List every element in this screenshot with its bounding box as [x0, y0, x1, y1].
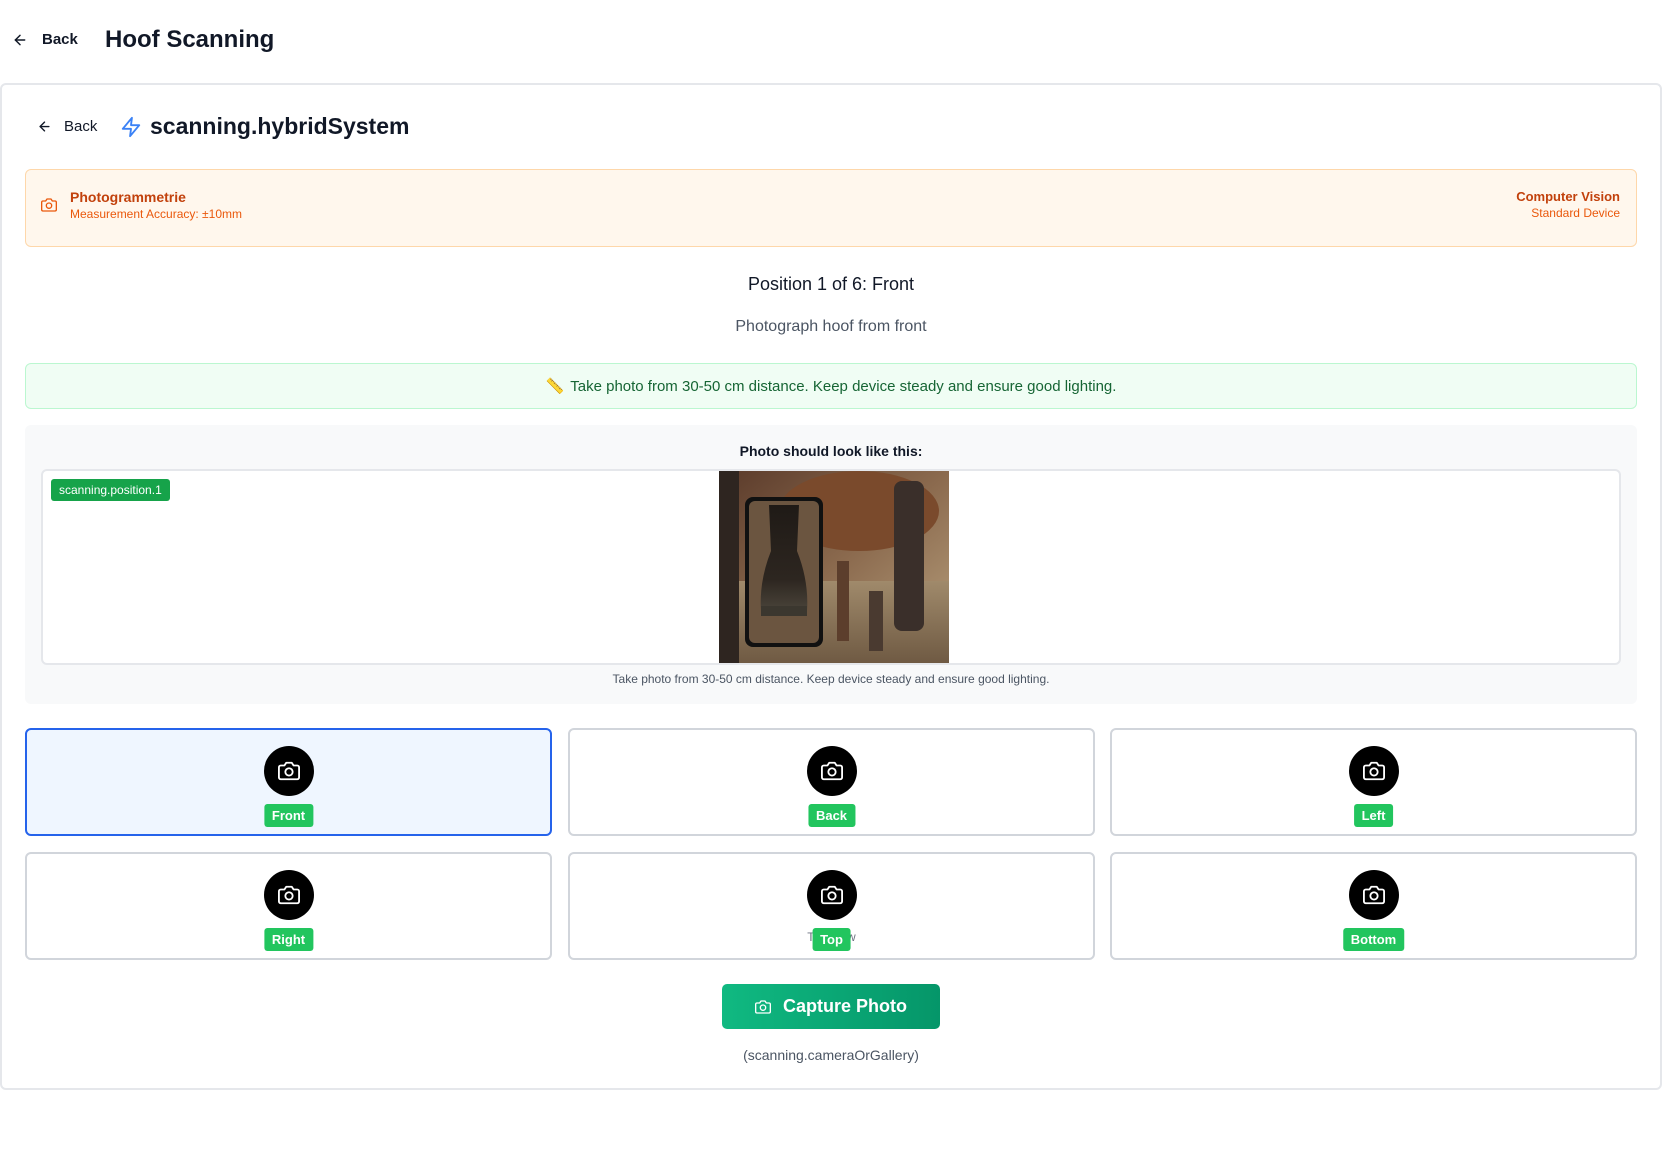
position-tile-back[interactable]: Back	[568, 728, 1095, 836]
inner-back-label: Back	[64, 118, 98, 135]
section-title-text: scanning.hybridSystem	[150, 113, 410, 139]
position-badge: scanning.position.1	[51, 479, 170, 501]
position-label: Front	[263, 804, 314, 827]
method-device: Standard Device	[1531, 206, 1620, 220]
camera-icon	[277, 885, 300, 905]
capture-label: Capture Photo	[783, 996, 907, 1016]
camera-icon	[41, 198, 57, 212]
inner-back-button[interactable]: Back	[37, 118, 97, 135]
page-title: Hoof Scanning	[105, 26, 275, 53]
position-label: Top	[812, 928, 851, 951]
tip-text: Take photo from 30-50 cm distance. Keep …	[570, 377, 1117, 395]
position-label: Bottom	[1342, 928, 1405, 951]
camera-button[interactable]	[263, 746, 314, 796]
camera-button[interactable]	[263, 870, 314, 920]
arrow-left-icon	[14, 34, 26, 45]
position-label: Back	[807, 804, 856, 827]
example-photo	[719, 471, 949, 663]
camera-button[interactable]	[806, 870, 857, 920]
position-tile-top[interactable]: Top View Top	[568, 852, 1095, 960]
arrow-left-icon	[39, 121, 50, 132]
example-label: Photo should look like this:	[739, 443, 923, 459]
position-label: Right	[263, 928, 314, 951]
position-tile-left[interactable]: Left	[1110, 728, 1637, 836]
tip-box: 📏 Take photo from 30-50 cm distance. Kee…	[25, 363, 1637, 409]
method-info-box: Photogrammetrie Measurement Accuracy: ±1…	[25, 169, 1637, 247]
example-caption: Take photo from 30-50 cm distance. Keep …	[612, 672, 1050, 686]
method-meta: Computer Vision Standard Device	[1516, 189, 1620, 220]
capture-photo-button[interactable]: Capture Photo	[722, 984, 940, 1029]
ruler-icon: 📏	[545, 378, 565, 395]
method-name: Photogrammetrie	[70, 189, 186, 205]
position-tile-bottom[interactable]: Bottom	[1110, 852, 1637, 960]
position-tile-front[interactable]: Front	[25, 728, 552, 836]
method-technology: Computer Vision	[1516, 189, 1620, 204]
top-bar: Back Hoof Scanning	[0, 0, 1662, 84]
position-label: Left	[1353, 804, 1394, 827]
method-accuracy: Measurement Accuracy: ±10mm	[70, 207, 242, 221]
position-description: Photograph hoof from front	[735, 318, 927, 335]
camera-button[interactable]	[806, 746, 857, 796]
section-title: scanning.hybridSystem	[120, 113, 409, 140]
camera-button[interactable]	[1348, 870, 1399, 920]
position-title: Position 1 of 6: Front	[747, 274, 915, 294]
back-label: Back	[42, 31, 78, 48]
lightning-icon	[121, 116, 141, 137]
position-tile-right[interactable]: Right	[25, 852, 552, 960]
back-button[interactable]: Back	[12, 31, 78, 48]
camera-icon	[820, 885, 843, 905]
example-frame: scanning.position.1	[41, 469, 1621, 665]
camera-icon	[277, 761, 300, 781]
example-panel: Photo should look like this: scanning.po…	[25, 425, 1637, 704]
camera-button[interactable]	[1348, 746, 1399, 796]
camera-icon	[1362, 885, 1385, 905]
source-hint: (scanning.cameraOrGallery)	[743, 1047, 919, 1063]
camera-icon	[820, 761, 843, 781]
camera-icon	[755, 999, 771, 1014]
camera-icon	[1362, 761, 1385, 781]
